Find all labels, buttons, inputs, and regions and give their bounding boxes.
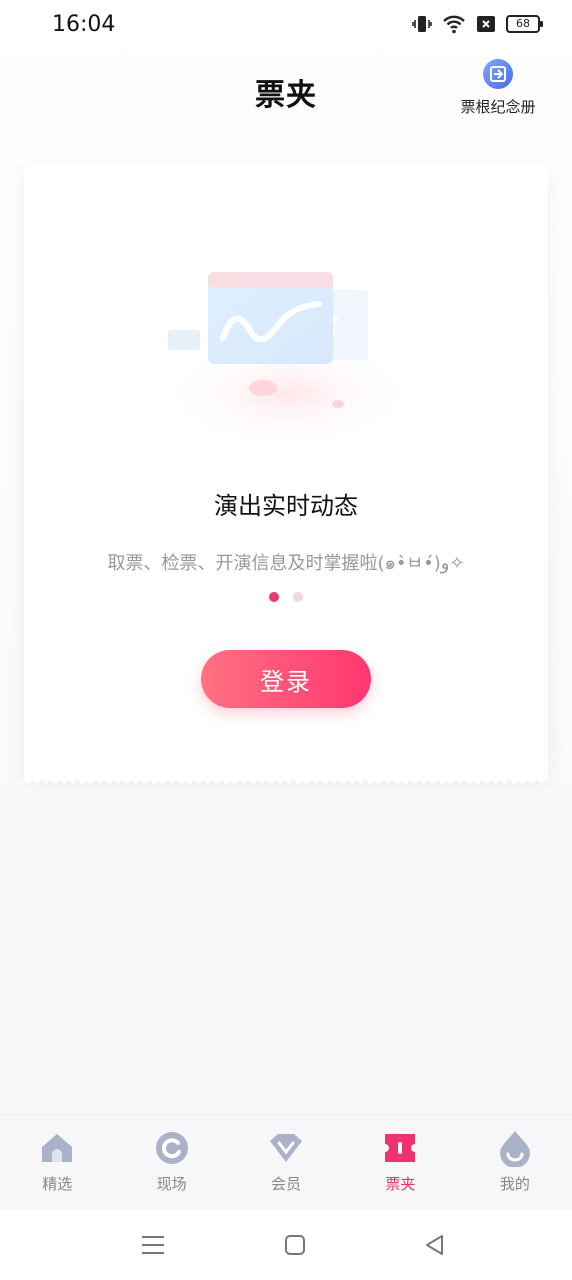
perforation-scallop (483, 776, 491, 784)
perforation-scallop (123, 776, 131, 784)
perforation-scallop (330, 776, 338, 784)
perforation-scallop (402, 776, 410, 784)
card-description: 取票、检票、开演信息及时掌握啦(๑•̀ㅂ•́)و✧ (107, 553, 465, 574)
perforation-scallop (519, 776, 527, 784)
perforation-scallop (438, 776, 446, 784)
perforation-scallop (141, 776, 149, 784)
perforation-scallop (321, 776, 329, 784)
perforation-scallop (411, 776, 419, 784)
battery-icon: 68 (506, 15, 543, 33)
perforation-scallop (96, 776, 104, 784)
perforation-scallop (249, 776, 257, 784)
vibrate-icon (412, 16, 432, 32)
wifi-icon (443, 15, 465, 34)
perforation-scallop (60, 776, 68, 784)
tab-label: 票夹 (385, 1175, 416, 1193)
perforation-scallop (285, 776, 293, 784)
perforation-scallop (492, 776, 500, 784)
live-icon (155, 1132, 188, 1164)
home-icon (42, 1134, 73, 1162)
perforation-scallop (501, 776, 509, 784)
ticket-chart-illustration (163, 272, 413, 449)
tab-label: 精选 (42, 1175, 73, 1193)
tab-vip[interactable]: 会员 (229, 1115, 343, 1211)
perforation-scallop (357, 776, 365, 784)
carousel-dot (293, 592, 303, 602)
card-title: 演出实时动态 (214, 492, 358, 520)
perforation-scallop (348, 776, 356, 784)
perforation-scallop (150, 776, 158, 784)
perforation-scallop (42, 776, 50, 784)
tab-label: 会员 (271, 1175, 302, 1193)
perforation-scallop (87, 776, 95, 784)
vip-icon (270, 1134, 303, 1162)
perforation-scallop (447, 776, 455, 784)
perforation-scallop (231, 776, 239, 784)
perforation-scallop (375, 776, 383, 784)
perforation-scallop (384, 776, 392, 784)
perforation-scallop (177, 776, 185, 784)
login-button[interactable]: 登录 (201, 650, 371, 708)
perforation-scallop (393, 776, 401, 784)
perforation-scallop (420, 776, 428, 784)
perforation-scallop (528, 776, 536, 784)
perforation-scallop (204, 776, 212, 784)
perforation-scallop (339, 776, 347, 784)
perforation-scallop (537, 776, 545, 784)
perforation-scallop (222, 776, 230, 784)
system-nav-bar (0, 1210, 572, 1280)
ticket-album-button[interactable]: 票根纪念册 (456, 58, 540, 117)
perforation-scallop (510, 776, 518, 784)
perforation-scallop (276, 776, 284, 784)
perforation-scallop (78, 776, 86, 784)
perforation-scallop (213, 776, 221, 784)
ticket-empty-card: 演出实时动态 取票、检票、开演信息及时掌握啦(๑•̀ㅂ•́)و✧ 登录 (24, 164, 548, 784)
perforation-scallop (312, 776, 320, 784)
ticket-album-label: 票根纪念册 (460, 98, 536, 116)
perforation-scallop (474, 776, 482, 784)
back-icon[interactable] (422, 1232, 448, 1258)
perforation-scallop (159, 776, 167, 784)
home-button-icon[interactable] (282, 1232, 308, 1258)
perforation-scallop (456, 776, 464, 784)
perforation-scallop (24, 776, 32, 784)
ticket-album-icon (483, 59, 513, 89)
perforation-scallop (51, 776, 59, 784)
bottom-tab-bar: 精选 现场 会员 票夹 我的 (0, 1114, 572, 1211)
perforation-scallop (195, 776, 203, 784)
tab-label: 我的 (499, 1175, 530, 1193)
perforation-scallop (168, 776, 176, 784)
perforation-scallop (267, 776, 275, 784)
perforation-scallop (114, 776, 122, 784)
tab-label: 现场 (156, 1175, 187, 1193)
ticket-perforated-edge (24, 776, 548, 784)
perforation-scallop (366, 776, 374, 784)
carousel-indicator (24, 592, 548, 602)
perforation-scallop (429, 776, 437, 784)
ticket-wallet-icon (385, 1134, 416, 1162)
perforation-scallop (105, 776, 113, 784)
perforation-scallop (303, 776, 311, 784)
perforation-scallop (69, 776, 77, 784)
perforation-scallop (258, 776, 266, 784)
sim-x-icon (477, 16, 495, 32)
status-time: 16:04 (52, 12, 116, 37)
tab-live[interactable]: 现场 (114, 1115, 228, 1211)
tab-profile[interactable]: 我的 (458, 1115, 572, 1211)
tab-featured[interactable]: 精选 (0, 1115, 114, 1211)
tab-ticket-wallet[interactable]: 票夹 (343, 1115, 457, 1211)
perforation-scallop (33, 776, 41, 784)
profile-icon (499, 1131, 530, 1167)
perforation-scallop (186, 776, 194, 784)
status-icons: 68 (412, 14, 543, 34)
status-bar: 16:04 68 (0, 0, 572, 50)
perforation-scallop (294, 776, 302, 784)
perforation-scallop (240, 776, 248, 784)
carousel-dot-active (269, 592, 279, 602)
perforation-scallop (465, 776, 473, 784)
header: 票夹 票根纪念册 (0, 50, 572, 130)
menu-icon[interactable] (140, 1232, 166, 1258)
perforation-scallop (132, 776, 140, 784)
